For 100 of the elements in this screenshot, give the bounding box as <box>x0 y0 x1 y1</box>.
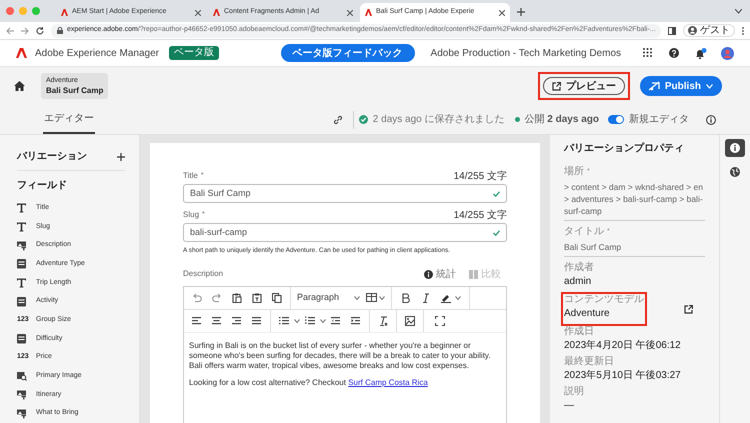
italic-icon[interactable] <box>421 292 431 303</box>
publish-button[interactable]: Publish <box>640 76 722 96</box>
format-dropdown[interactable]: Paragraph <box>291 286 366 309</box>
panel-heading: バリエーションプロパティ <box>564 141 685 156</box>
home-icon[interactable] <box>14 81 25 91</box>
preview-button[interactable]: プレビュー <box>542 77 625 95</box>
text-field[interactable]: Bali Surf Camp <box>183 184 507 203</box>
character-counter: 14/255 文字 <box>454 211 507 221</box>
rich-text-editor[interactable] <box>183 286 507 423</box>
table-icon <box>366 293 377 302</box>
undo-icon[interactable] <box>192 292 202 303</box>
forward-icon[interactable] <box>21 26 29 34</box>
body-paragraph: Surfing in Bali is on the bucket list of every surfer - whether you're a beginner or someone who's been surfing for decades, there will be a break to cater to your ability. Bali offers warm water, tropical vibes, awesome breaks and low cost expenses. <box>189 340 492 371</box>
toggle-switch[interactable] <box>608 115 624 124</box>
chevron-down-icon[interactable] <box>294 318 300 323</box>
paste-icon[interactable] <box>232 292 242 303</box>
publish-icon <box>648 81 660 91</box>
chevron-down-icon[interactable] <box>455 296 461 300</box>
property-value: Adventure <box>564 308 611 320</box>
chevron-down-icon <box>354 296 360 300</box>
close-icon[interactable] <box>499 10 505 16</box>
text-field[interactable]: bali-surf-camp <box>183 223 507 242</box>
property-label: 最終更新日 <box>564 356 614 368</box>
property-value: admin <box>564 276 592 288</box>
text-type-icon <box>17 278 27 288</box>
sidebar-toggle-icon[interactable] <box>668 26 676 34</box>
redo-icon[interactable] <box>212 292 222 303</box>
adobe-logo-icon <box>365 9 372 16</box>
property-value: > content > dam > wknd-shared > en > adventures > bali-surf-camp > bali-surf-camp <box>564 181 704 217</box>
stats-button[interactable]: 統計 <box>436 266 456 282</box>
insert-image-icon[interactable] <box>405 316 415 326</box>
bell-icon[interactable] <box>695 48 707 58</box>
external-link-icon[interactable] <box>684 304 693 314</box>
list-field-icon <box>17 334 27 344</box>
property-value: — <box>564 400 575 412</box>
feedback-button[interactable]: ベータ版フィードバック <box>280 44 415 62</box>
section-heading: バリエーション <box>17 150 87 164</box>
profile-button[interactable]: ゲスト <box>683 24 735 37</box>
help-icon[interactable] <box>669 48 679 58</box>
rich-text-icon <box>17 408 27 419</box>
adobe-logo-icon <box>213 9 220 16</box>
align-right-icon[interactable] <box>232 316 242 326</box>
check-circle-icon <box>358 115 368 124</box>
indent-icon[interactable] <box>351 316 361 326</box>
chevron-down-icon <box>706 84 713 88</box>
avatar-icon[interactable] <box>721 46 734 60</box>
link-icon[interactable] <box>332 114 343 124</box>
text-type-icon <box>17 203 27 214</box>
outdent-icon[interactable] <box>331 316 341 326</box>
property-label: 作成者 <box>564 262 594 274</box>
rich-text-icon <box>17 390 27 400</box>
status-dot-icon <box>514 117 520 122</box>
info-icon[interactable] <box>706 114 716 124</box>
text-link[interactable]: Surf Camp Costa Rica <box>348 378 428 387</box>
back-icon[interactable] <box>6 26 14 34</box>
external-link-icon <box>552 82 561 90</box>
character-counter: 14/255 文字 <box>454 172 507 182</box>
numbered-list-icon[interactable] <box>305 316 315 326</box>
lock-icon <box>57 27 63 34</box>
body-paragraph: Looking for a low cost alternative? Checkout Surf Camp Costa Rica <box>189 378 429 388</box>
toggle-label: 新規エディタ <box>629 112 689 127</box>
publish-status: 公開 2 days ago <box>524 113 599 127</box>
chevron-down-icon[interactable] <box>735 9 742 14</box>
list-field-icon <box>17 259 27 270</box>
reload-icon[interactable] <box>36 26 44 34</box>
table-dropdown[interactable] <box>366 286 392 309</box>
person-icon <box>688 26 697 35</box>
fragment-title: Bali Surf Camp <box>46 85 104 96</box>
field-label: Description <box>183 268 224 280</box>
close-icon[interactable] <box>195 10 201 16</box>
rich-text-icon <box>17 240 27 251</box>
info-icon <box>424 270 433 279</box>
product-name: Adobe Experience Manager <box>35 46 159 60</box>
chevron-down-icon <box>379 296 385 300</box>
bulleted-list-icon[interactable] <box>279 316 289 326</box>
property-label: 場所 <box>564 166 584 178</box>
add-icon[interactable] <box>117 152 125 160</box>
property-value: Bali Surf Camp <box>564 241 622 253</box>
text-type-icon <box>17 222 27 232</box>
field-label: Title <box>183 170 198 182</box>
adobe-logo-icon <box>16 48 27 58</box>
close-icon[interactable] <box>347 10 353 16</box>
paste-text-icon[interactable] <box>252 292 262 303</box>
fullscreen-icon[interactable] <box>435 316 445 326</box>
property-label: 説明 <box>564 386 584 398</box>
justify-icon[interactable] <box>252 316 262 326</box>
adobe-logo-icon <box>61 9 68 16</box>
info-icon <box>730 143 740 153</box>
align-left-icon[interactable] <box>192 316 202 326</box>
bold-icon[interactable] <box>401 292 411 303</box>
highlighter-icon[interactable] <box>441 292 451 303</box>
chevron-down-icon[interactable] <box>320 318 326 323</box>
clear-formatting-icon[interactable] <box>378 316 388 326</box>
image-search-icon <box>17 371 27 382</box>
info-button[interactable] <box>725 139 745 157</box>
org-name[interactable]: Adobe Production - Tech Marketing Demos <box>430 46 621 60</box>
align-center-icon[interactable] <box>212 316 222 326</box>
copy-icon[interactable] <box>272 292 282 303</box>
apps-grid-icon[interactable] <box>643 48 653 58</box>
new-tab-icon[interactable] <box>517 8 525 16</box>
